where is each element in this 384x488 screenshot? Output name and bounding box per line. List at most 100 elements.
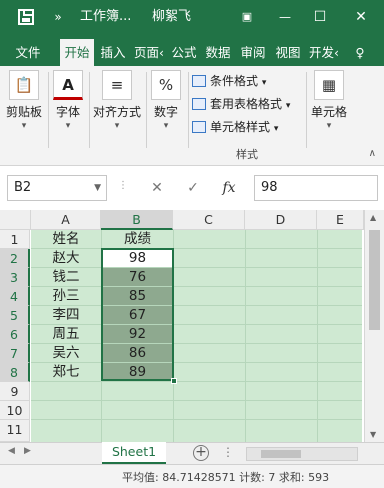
cell-b3[interactable]: 76 xyxy=(102,268,173,286)
status-summary: 平均值: 84.71428571 计数: 7 求和: 593 xyxy=(122,471,330,484)
clipboard-icon: 📋 xyxy=(9,70,39,100)
ribbon-tabs: 文件 开始 插入 页面‹ 公式 数据 审阅 视图 开发‹ ♀ xyxy=(0,34,384,66)
chevron-down-icon: ▾ xyxy=(163,121,169,131)
number-label: 数字 xyxy=(153,105,178,119)
cancel-icon[interactable]: ✕ xyxy=(146,177,168,199)
fill-handle[interactable] xyxy=(171,378,177,384)
tab-insert[interactable]: 插入 xyxy=(97,39,129,66)
styles-group-caption: 样式 xyxy=(236,148,258,161)
row-header[interactable]: 6 xyxy=(0,325,30,344)
more-icon[interactable]: » xyxy=(50,0,66,34)
scroll-down-icon[interactable]: ▼ xyxy=(370,430,376,439)
sheet-tab-sheet1[interactable]: Sheet1 xyxy=(102,442,166,464)
row-header[interactable]: 5 xyxy=(0,306,30,325)
ribbon-display-options-icon[interactable]: ▣ xyxy=(232,0,262,34)
column-header-e[interactable]: E xyxy=(317,210,364,230)
grid-line xyxy=(173,230,174,442)
tab-home[interactable]: 开始 xyxy=(60,39,94,66)
scrollbar-thumb[interactable] xyxy=(261,450,301,458)
row-header[interactable]: 7 xyxy=(0,344,30,363)
cell-a2[interactable]: 赵大 xyxy=(31,249,101,268)
tab-data[interactable]: 数据 xyxy=(202,39,234,66)
tab-review[interactable]: 审阅 xyxy=(237,39,269,66)
clipboard-label: 剪贴板 xyxy=(5,105,42,119)
cell-styles-icon xyxy=(192,120,206,133)
cell-b4[interactable]: 85 xyxy=(102,287,173,305)
alignment-group[interactable]: ≡ 对齐方式 ▾ xyxy=(90,70,144,132)
cell-a5[interactable]: 李四 xyxy=(31,306,101,325)
row-header[interactable]: 1 xyxy=(0,230,30,249)
tab-developer[interactable]: 开发‹ xyxy=(307,39,341,66)
horizontal-scrollbar[interactable] xyxy=(246,447,358,461)
vertical-scrollbar[interactable]: ▲ ▼ xyxy=(364,210,384,442)
tell-me-icon[interactable]: ♀ xyxy=(350,39,370,66)
row-header[interactable]: 8 xyxy=(0,363,30,382)
cell-a6[interactable]: 周五 xyxy=(31,325,101,344)
title-bar: » 工作簿... 柳絮飞 ▣ — ☐ ✕ xyxy=(0,0,384,34)
row-header[interactable]: 3 xyxy=(0,268,30,287)
more-options-icon[interactable]: ⋮ xyxy=(222,445,234,459)
cell-styles-button[interactable]: 单元格样式 ▾ xyxy=(192,116,278,138)
table-format-button[interactable]: 套用表格格式 ▾ xyxy=(192,93,290,115)
cell-a7[interactable]: 吴六 xyxy=(31,344,101,363)
row-header[interactable]: 4 xyxy=(0,287,30,306)
name-box[interactable]: B2 ▼ xyxy=(7,175,107,201)
tab-view[interactable]: 视图 xyxy=(272,39,304,66)
row-header[interactable]: 10 xyxy=(0,401,30,420)
cell-b1[interactable]: 成绩 xyxy=(102,230,173,249)
chevron-down-icon[interactable]: ▼ xyxy=(94,176,101,200)
cells-group[interactable]: ▦ 单元格 ▾ xyxy=(308,70,350,132)
maximize-button[interactable]: ☐ xyxy=(305,0,335,34)
prev-sheet-icon[interactable]: ◀ xyxy=(8,446,15,456)
worksheet-grid: A B C D E 1 2 3 4 5 6 7 8 9 10 11 姓名 成绩 … xyxy=(0,210,384,442)
conditional-format-button[interactable]: 条件格式 ▾ xyxy=(192,70,266,92)
ribbon-divider xyxy=(146,72,147,148)
conditional-format-icon xyxy=(192,74,206,87)
window-title: 工作簿... xyxy=(80,9,132,24)
add-sheet-icon[interactable]: + xyxy=(193,445,209,461)
select-all-corner[interactable] xyxy=(0,210,31,230)
confirm-icon[interactable]: ✓ xyxy=(182,177,204,199)
font-color-icon: A xyxy=(53,70,83,100)
tab-formulas[interactable]: 公式 xyxy=(168,39,200,66)
grid-line xyxy=(31,400,362,401)
cell-a4[interactable]: 孙三 xyxy=(31,287,101,306)
cell-b2-active[interactable]: 98 xyxy=(102,249,173,267)
next-sheet-icon[interactable]: ▶ xyxy=(24,446,31,456)
alignment-label: 对齐方式 xyxy=(92,105,141,119)
tab-page-layout[interactable]: 页面‹ xyxy=(132,39,166,66)
formula-input[interactable]: 98 xyxy=(254,175,378,201)
sheet-tab-bar: ◀ ▶ Sheet1 + ⋮ xyxy=(0,442,384,464)
minimize-button[interactable]: — xyxy=(270,0,300,34)
row-header[interactable]: 11 xyxy=(0,420,30,442)
scroll-up-icon[interactable]: ▲ xyxy=(370,213,376,222)
column-header-c[interactable]: C xyxy=(173,210,245,230)
cell-area[interactable]: 姓名 成绩 赵大 98 钱二 76 孙三 85 李四 67 周五 92 吴六 8… xyxy=(31,230,362,442)
cell-a1[interactable]: 姓名 xyxy=(31,230,101,249)
cell-a3[interactable]: 钱二 xyxy=(31,268,101,287)
save-icon[interactable] xyxy=(18,9,34,25)
number-group[interactable]: % 数字 ▾ xyxy=(148,70,184,132)
scrollbar-thumb[interactable] xyxy=(369,230,380,330)
row-header[interactable]: 2 xyxy=(0,249,30,268)
close-button[interactable]: ✕ xyxy=(344,0,378,34)
column-header-d[interactable]: D xyxy=(245,210,317,230)
cell-b6[interactable]: 92 xyxy=(102,325,173,343)
cell-a8[interactable]: 郑七 xyxy=(31,363,101,382)
insert-function-icon[interactable]: fx xyxy=(218,177,240,199)
cell-b7[interactable]: 86 xyxy=(102,344,173,362)
table-format-icon xyxy=(192,97,206,110)
cell-b8[interactable]: 89 xyxy=(102,363,173,381)
font-group[interactable]: A 字体 ▾ xyxy=(50,70,86,132)
percent-icon: % xyxy=(151,70,181,100)
row-header[interactable]: 9 xyxy=(0,382,30,401)
collapse-ribbon-icon[interactable]: ∧ xyxy=(369,148,376,159)
column-header-a[interactable]: A xyxy=(31,210,101,230)
ribbon-divider xyxy=(188,72,189,148)
chevron-down-icon: ▾ xyxy=(21,121,27,131)
grip-icon[interactable]: ⋮ xyxy=(118,180,128,191)
column-header-b[interactable]: B xyxy=(101,210,173,230)
clipboard-group[interactable]: 📋 剪贴板 ▾ xyxy=(2,70,46,132)
tab-file[interactable]: 文件 xyxy=(4,39,52,66)
cell-b5[interactable]: 67 xyxy=(102,306,173,324)
